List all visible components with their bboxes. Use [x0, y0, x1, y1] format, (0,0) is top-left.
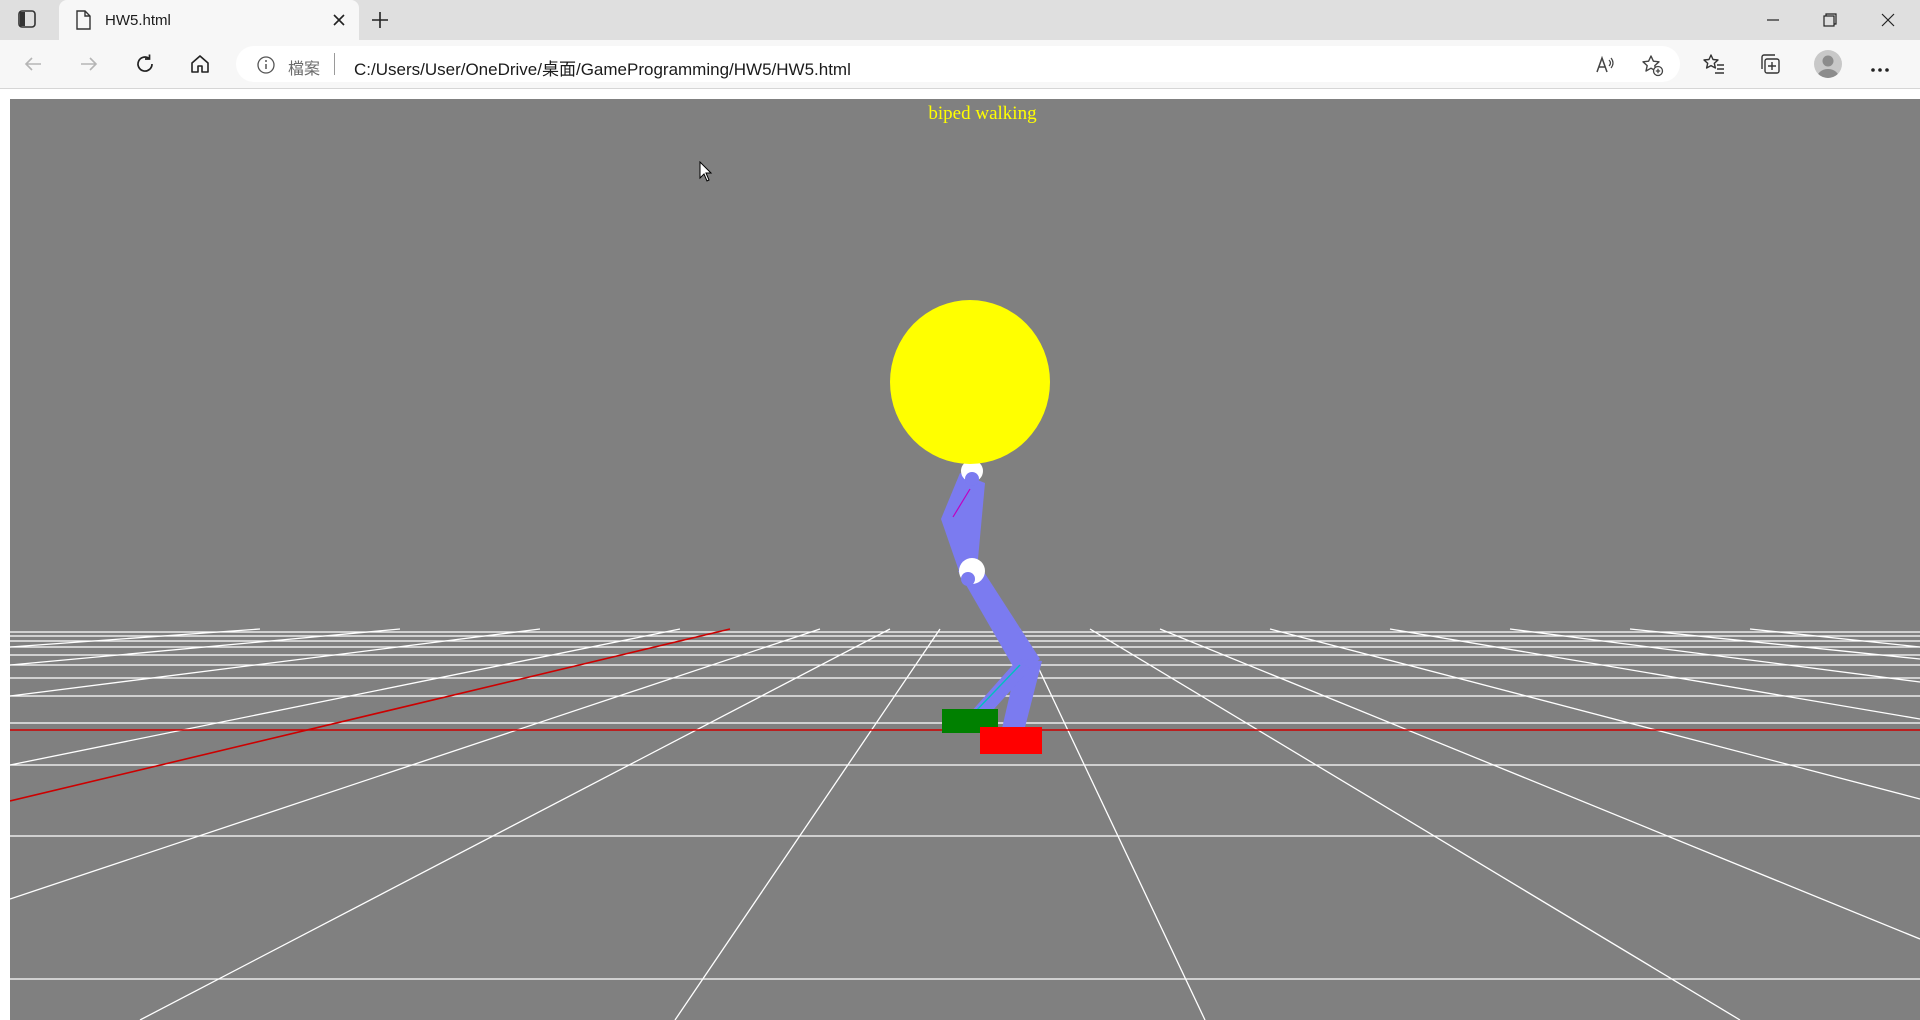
url-text[interactable]: C:/Users/User/OneDrive/桌面/GameProgrammin…	[354, 55, 851, 80]
biped-model	[890, 300, 1050, 754]
home-icon[interactable]	[188, 52, 212, 81]
collections-icon[interactable]	[1758, 52, 1782, 81]
tab-strip: HW5.html	[0, 0, 1920, 40]
read-aloud-icon[interactable]	[1594, 54, 1616, 81]
tab-title: HW5.html	[105, 12, 171, 29]
scene-render	[10, 300, 1920, 1020]
favorites-icon[interactable]	[1702, 52, 1726, 81]
restore-window-icon[interactable]	[1822, 12, 1838, 33]
floor-grid	[10, 628, 1920, 1020]
browser-tab-active[interactable]: HW5.html	[59, 0, 359, 40]
more-options-icon[interactable]	[1870, 60, 1890, 78]
tab-actions-button[interactable]	[16, 8, 44, 32]
page-viewport: biped walking	[0, 89, 1920, 1020]
new-tab-icon[interactable]	[370, 10, 390, 35]
add-favorite-icon[interactable]	[1640, 53, 1664, 82]
address-separator	[334, 53, 335, 75]
forward-arrow-icon[interactable]	[78, 53, 100, 80]
tab-actions-icon	[18, 10, 36, 28]
minimize-window-icon[interactable]	[1765, 12, 1781, 33]
document-icon	[75, 10, 91, 35]
scene-title: biped walking	[928, 103, 1037, 124]
address-bar[interactable]: 檔案 C:/Users/User/OneDrive/桌面/GameProgram…	[236, 46, 1680, 82]
profile-avatar-icon[interactable]	[1814, 50, 1842, 78]
webgl-canvas[interactable]: biped walking	[10, 99, 1920, 1020]
back-arrow-icon[interactable]	[22, 53, 44, 80]
site-info-icon[interactable]	[256, 55, 276, 80]
close-window-icon[interactable]	[1880, 12, 1896, 33]
tab-close-icon[interactable]	[331, 12, 347, 33]
file-scheme-label: 檔案	[288, 61, 321, 78]
browser-toolbar: 檔案 C:/Users/User/OneDrive/桌面/GameProgram…	[0, 40, 1920, 89]
reload-icon[interactable]	[133, 52, 157, 81]
